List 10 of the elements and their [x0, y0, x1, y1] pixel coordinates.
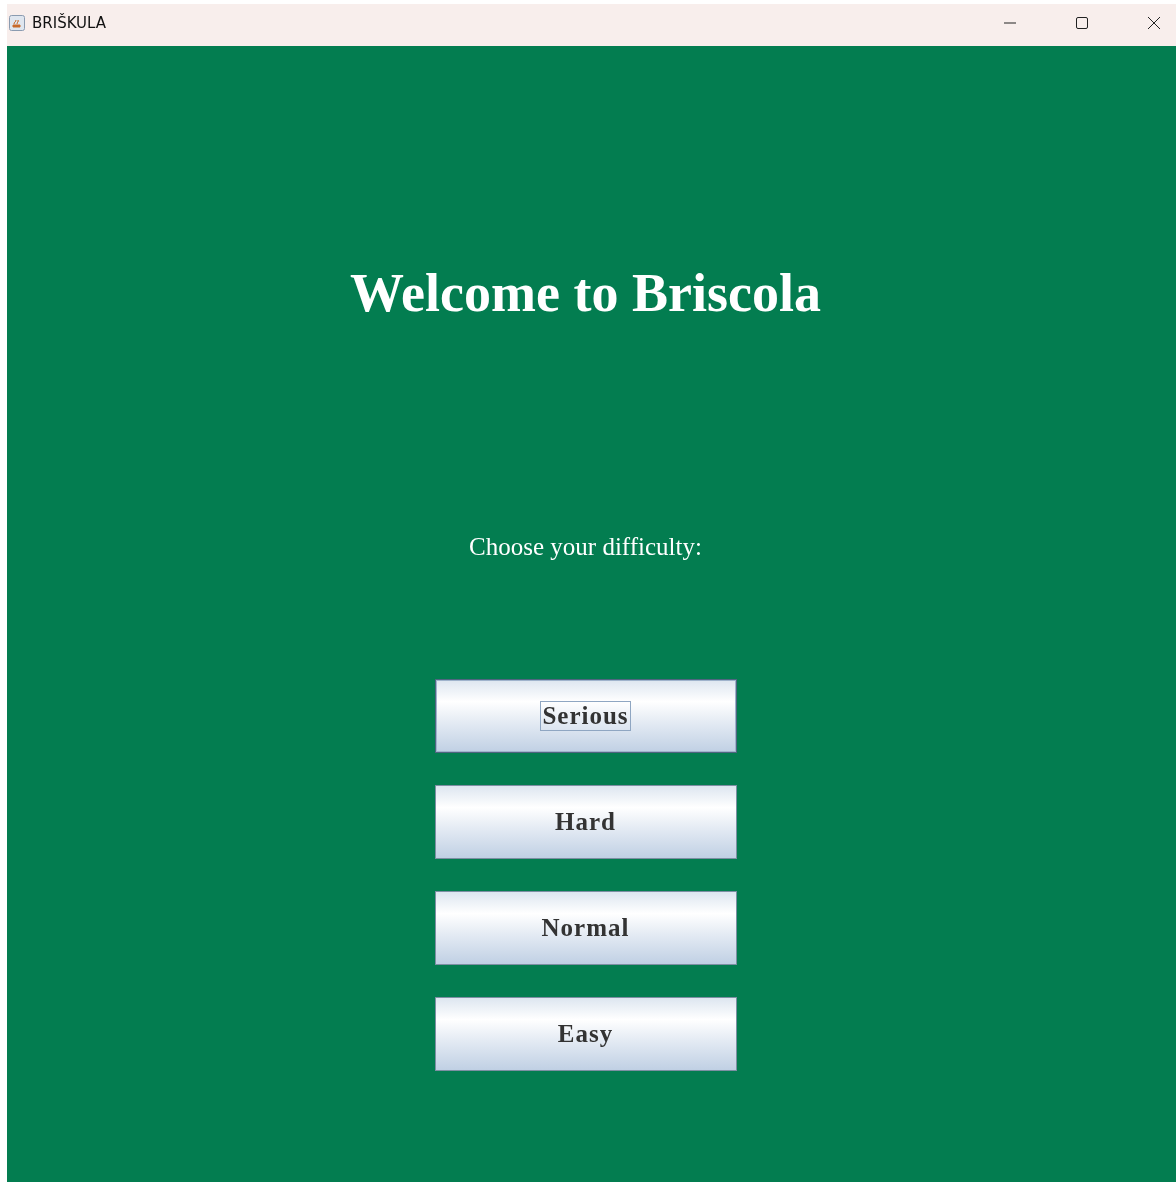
difficulty-button[interactable]: Serious	[434, 679, 737, 753]
welcome-heading: Welcome to Briscola	[350, 262, 821, 324]
difficulty-button[interactable]: Hard	[434, 785, 737, 859]
window-title: BRIŠKULA	[32, 14, 107, 32]
difficulty-prompt: Choose your difficulty:	[469, 532, 702, 562]
close-icon[interactable]	[1147, 16, 1161, 30]
app-icon	[9, 15, 25, 31]
difficulty-button[interactable]: Easy	[434, 997, 737, 1071]
maximize-icon[interactable]	[1075, 16, 1089, 30]
difficulty-button[interactable]: Normal	[434, 891, 737, 965]
